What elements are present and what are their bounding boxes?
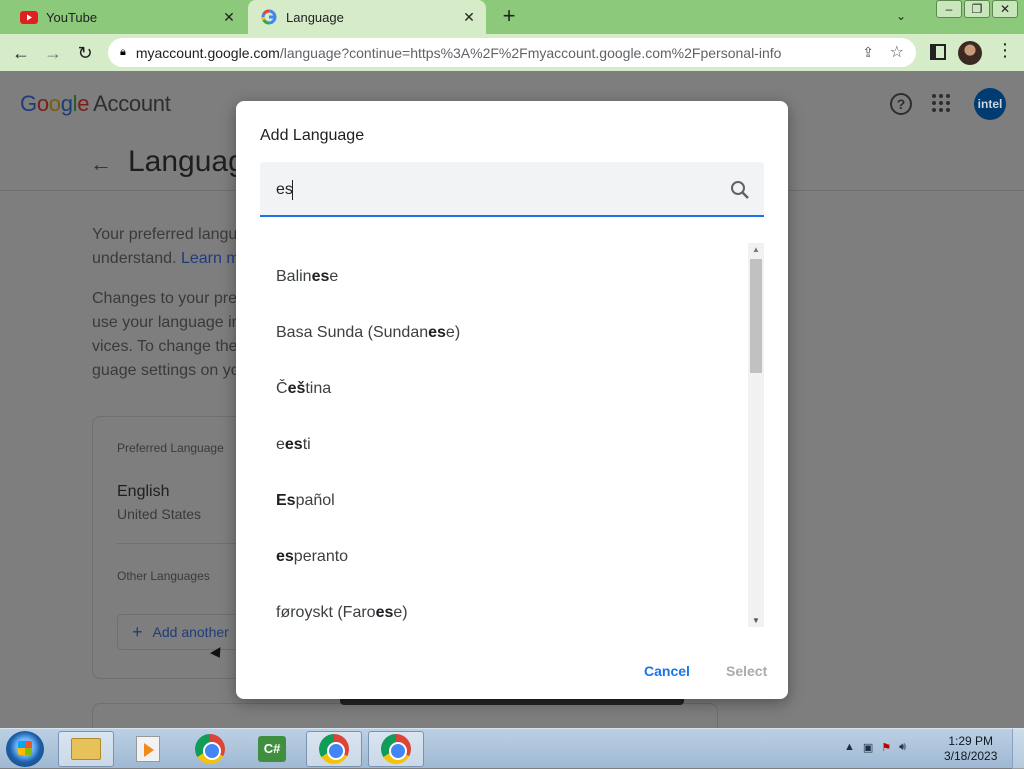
tab-language[interactable]: Language ✕	[248, 0, 486, 34]
tab-youtube[interactable]: YouTube ✕	[8, 0, 246, 34]
url-host: myaccount.google.com	[135, 44, 280, 61]
page-title: Languag	[128, 145, 245, 178]
side-panel-icon[interactable]	[930, 44, 946, 60]
chevron-down-icon[interactable]: ⌄	[896, 9, 906, 23]
chrome-icon	[195, 734, 225, 764]
google-icon	[260, 8, 278, 26]
taskbar-media-player[interactable]	[120, 731, 176, 767]
back-icon[interactable]: ←	[10, 42, 32, 64]
clock-time: 1:29 PM	[948, 734, 994, 748]
csharp-icon: C#	[258, 736, 286, 762]
chrome-icon	[381, 734, 411, 764]
lock-icon: 🔒︎	[120, 46, 126, 58]
scroll-down-arrow-icon[interactable]: ▼	[752, 616, 760, 625]
add-language-dialog: Add Language Balinese Basa Sunda (Sundan…	[236, 101, 788, 699]
apps-grid-icon[interactable]	[932, 94, 950, 112]
windows-taskbar: C# ▲ ▣ ⚑ 🔊︎ 1:29 PM 3/18/2023	[0, 728, 1024, 769]
taskbar-chrome[interactable]	[306, 731, 362, 767]
description-line: Changes to your pre	[92, 290, 237, 307]
minimize-button[interactable]: –	[936, 0, 962, 18]
new-tab-icon[interactable]: +	[498, 5, 520, 28]
taskbar-explorer[interactable]	[58, 731, 114, 767]
tab-title: YouTube	[46, 9, 98, 25]
tab-title: Language	[286, 9, 344, 25]
list-item[interactable]: føroyskt (Faroese)	[260, 585, 740, 627]
scroll-up-arrow-icon[interactable]: ▲	[752, 245, 760, 254]
list-item[interactable]: eesti	[260, 417, 740, 473]
description-line: guage settings on yo	[92, 362, 240, 379]
text-caret	[292, 180, 293, 200]
description-line: understand. Learn m	[92, 250, 240, 267]
close-icon[interactable]: ✕	[460, 8, 478, 26]
other-languages-label: Other Languages	[117, 569, 210, 583]
browser-toolbar: ← → ↻ 🔒︎ myaccount.google.com/language?c…	[0, 34, 1024, 71]
dialog-title: Add Language	[260, 127, 365, 144]
start-button[interactable]	[6, 731, 44, 767]
list-item[interactable]: esperanto	[260, 529, 740, 585]
taskbar-chrome[interactable]	[182, 731, 238, 767]
search-icon[interactable]	[730, 180, 750, 200]
system-clock[interactable]: 1:29 PM 3/18/2023	[944, 734, 997, 764]
window-controls: – ❐ ✕	[934, 0, 1018, 18]
plus-icon: +	[132, 622, 143, 642]
folder-icon	[71, 738, 101, 760]
show-hidden-icons-icon[interactable]: ▲	[844, 741, 855, 754]
youtube-icon	[20, 8, 38, 26]
select-button[interactable]: Select	[726, 663, 767, 679]
list-item[interactable]: Čeština	[260, 361, 740, 417]
description-line: vices. To change the	[92, 338, 238, 355]
forward-icon[interactable]: →	[42, 42, 64, 64]
chrome-icon	[319, 734, 349, 764]
url-path: /language?continue=https%3A%2F%2Fmyaccou…	[279, 44, 782, 61]
taskbar-chrome-profile[interactable]	[368, 731, 424, 767]
address-bar[interactable]: 🔒︎ myaccount.google.com/language?continu…	[108, 38, 916, 67]
share-icon[interactable]: ⇪	[862, 44, 874, 61]
list-item[interactable]: Balinese	[260, 249, 740, 305]
learn-more-link[interactable]: Learn m	[181, 250, 240, 267]
description-line: Your preferred langu	[92, 226, 238, 243]
list-item[interactable]: Español	[260, 473, 740, 529]
restore-button[interactable]: ❐	[964, 0, 990, 18]
scrollbar[interactable]: ▲ ▼	[748, 243, 764, 627]
menu-dots-icon[interactable]: ⋮	[996, 40, 1014, 61]
bookmark-star-icon[interactable]: ☆	[890, 42, 904, 62]
search-input[interactable]	[276, 178, 716, 202]
show-desktop-button[interactable]	[1012, 729, 1024, 769]
help-icon[interactable]: ?	[890, 93, 912, 115]
search-field[interactable]	[260, 162, 764, 217]
description-line: use your language in	[92, 314, 241, 331]
browser-tabstrip: YouTube ✕ Language ✕ + ⌄ – ❐ ✕	[0, 0, 1024, 34]
network-icon[interactable]: ▣	[863, 741, 873, 754]
volume-icon[interactable]: 🔊︎	[899, 741, 906, 754]
close-icon[interactable]: ✕	[220, 8, 238, 26]
list-item[interactable]: Basa Sunda (Sundanese)	[260, 305, 740, 361]
action-center-icon[interactable]: ⚑	[881, 741, 891, 754]
close-window-button[interactable]: ✕	[992, 0, 1018, 18]
cancel-button[interactable]: Cancel	[644, 663, 690, 679]
reload-icon[interactable]: ↻	[74, 42, 96, 64]
back-arrow-icon[interactable]: ←	[90, 151, 112, 177]
taskbar-csharp[interactable]: C#	[244, 731, 300, 767]
language-list: Balinese Basa Sunda (Sundanese) Čeština …	[260, 241, 764, 627]
preferred-region: United States	[117, 506, 202, 522]
system-tray: ▲ ▣ ⚑ 🔊︎	[844, 741, 906, 754]
profile-avatar[interactable]	[958, 41, 982, 65]
clock-date: 3/18/2023	[944, 749, 998, 763]
google-account-logo[interactable]: Google Account	[20, 91, 171, 117]
media-player-icon	[136, 736, 160, 762]
preferred-language[interactable]: English	[117, 483, 169, 501]
preferred-language-label: Preferred Language	[117, 441, 224, 455]
account-avatar[interactable]: intel	[974, 88, 1006, 120]
scroll-thumb[interactable]	[750, 259, 762, 373]
